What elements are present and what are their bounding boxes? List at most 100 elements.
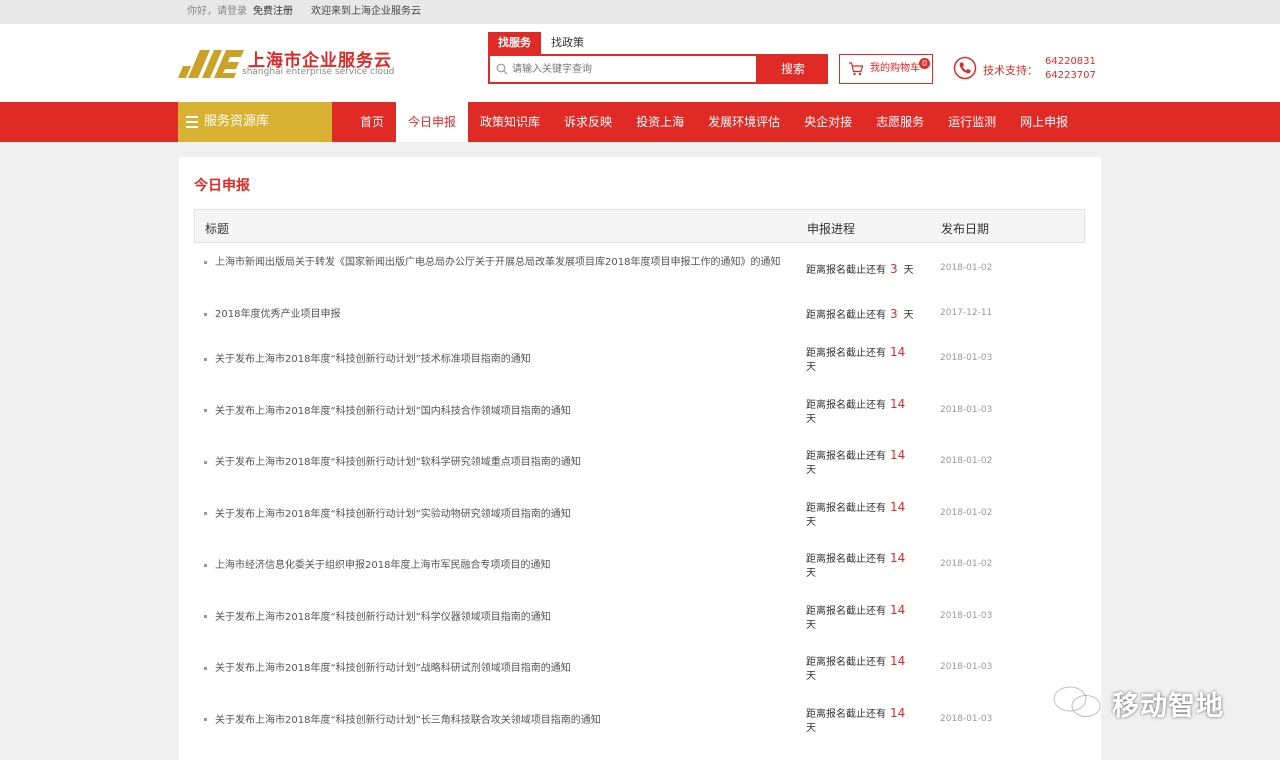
days-remaining: 14 (890, 602, 906, 617)
phone-icon (953, 56, 977, 80)
header: 上海市企业服务云 shanghai enterprise service clo… (0, 24, 1280, 102)
days-unit: 天 (806, 671, 816, 682)
row-title-text: 关于发布上海市2018年度“科技创新行动计划”长三角科技联合攻关领域项目指南的通… (215, 714, 601, 726)
row-title-link[interactable]: 关于发布上海市2018年度“科技创新行动计划”科学仪器领域项目指南的通知 (204, 611, 784, 624)
row-date: 2018-01-02 (940, 559, 993, 569)
search-tabs: 找服务 找政策 (488, 32, 594, 54)
row-title-text: 上海市经济信息化委关于组织申报2018年度上海市军民融合专项项目的通知 (215, 560, 551, 571)
days-unit: 天 (903, 265, 914, 276)
bullet-icon (204, 512, 207, 515)
register-link[interactable]: 免费注册 (253, 6, 293, 17)
table-row[interactable]: 关于发布上海市2018年度“科技创新行动计划”软科学研究领域重点项目指南的通知 距… (194, 436, 1085, 488)
tab-find-policy[interactable]: 找政策 (541, 32, 594, 54)
row-progress: 距离报名截止还有 14 天 (806, 654, 906, 684)
cart-label: 我的购物车 (870, 63, 920, 74)
days-unit: 天 (806, 722, 816, 734)
row-date: 2018-01-03 (940, 353, 993, 363)
row-progress: 距离报名截止还有 14 天 (806, 345, 906, 375)
nav-item[interactable]: 投资上海 (624, 102, 696, 142)
row-progress: 距离报名截止还有 3 天 (806, 262, 926, 278)
days-remaining: 14 (890, 551, 906, 565)
nav-item[interactable]: 政策知识库 (468, 102, 552, 142)
table-row[interactable]: 关于发布上海市2018年度“科技创新行动计划”国内科技合作领域项目指南的通知 距离… (194, 385, 1085, 436)
bullet-icon (204, 260, 207, 264)
days-unit: 天 (806, 362, 816, 373)
row-title-text: 关于发布上海市2018年度“科技创新行动计划”战略科研试剂领域项目指南的通知 (215, 663, 571, 674)
table-row[interactable]: 2018年度优秀产业项目申报 距离报名截止还有 3 天 2017-12-11 (194, 295, 1085, 333)
logo-mark-icon (178, 50, 244, 78)
resource-library-button[interactable]: 服务资源库 (178, 102, 332, 142)
table-row[interactable]: 关于发布上海市2018年度“科技创新行动计划”科学仪器领域项目指南的通知 距离报名… (194, 591, 1085, 642)
wechat-icon (1052, 685, 1102, 718)
bullet-icon (204, 666, 207, 670)
cart-button[interactable]: 我的购物车 0 (839, 54, 933, 84)
row-title-link[interactable]: 上海市经济信息化委关于组织申报2018年度上海市军民融合专项项目的通知 (204, 559, 784, 572)
row-date: 2018-01-02 (940, 507, 993, 518)
logo-subtitle: shanghai enterprise service cloud (242, 67, 395, 77)
table-row[interactable]: 上海市新闻出版局关于转发《国家新闻出版广电总局办公厅关于开展总局改革发展项目库2… (194, 243, 1085, 295)
nav-item[interactable]: 诉求反映 (552, 102, 624, 142)
bullet-icon (204, 563, 207, 567)
site-logo[interactable]: 上海市企业服务云 shanghai enterprise service clo… (178, 44, 408, 84)
nav-item[interactable]: 发展环境评估 (696, 102, 792, 142)
row-progress: 距离报名截止还有 14 天 (806, 603, 906, 633)
row-title-link[interactable]: 关于发布上海市2018年度“科技创新行动计划”国内科技合作领域项目指南的通知 (204, 405, 784, 418)
progress-prefix: 距离报名截止还有 (806, 605, 886, 617)
phone-number: 64223707 (1045, 70, 1096, 81)
nav-item[interactable]: 志愿服务 (864, 102, 936, 142)
row-date: 2018-01-02 (940, 456, 993, 466)
row-title-link[interactable]: 2018年度优秀产业项目申报 (204, 308, 784, 321)
row-progress: 距离报名截止还有 14 天 (806, 551, 906, 581)
row-title-text: 2018年度优秀产业项目申报 (215, 309, 341, 320)
table-row[interactable]: 关于发布上海市2018年度“科技创新行动计划”技术标准项目指南的通知 距离报名截止… (194, 333, 1085, 385)
row-progress: 距离报名截止还有 14 天 (806, 448, 906, 478)
nav-item[interactable]: 今日申报 (396, 102, 469, 142)
row-date: 2017-12-11 (940, 308, 993, 318)
row-title-link[interactable]: 关于发布上海市2018年度“科技创新行动计划”技术标准项目指南的通知 (204, 353, 784, 366)
row-title-link[interactable]: 关于发布上海市2018年度“科技创新行动计划”软科学研究领域重点项目指南的通知 (204, 456, 784, 469)
support-label: 技术支持： (983, 64, 1038, 77)
page-title: 今日申报 (194, 178, 250, 194)
days-unit: 天 (806, 516, 816, 528)
table-row[interactable]: 关于发布上海市2018年度“科技创新行动计划”战略科研试剂领域项目指南的通知 距离… (194, 642, 1085, 694)
row-title-text: 上海市新闻出版局关于转发《国家新闻出版广电总局办公厅关于开展总局改革发展项目库2… (215, 257, 781, 268)
search-button[interactable]: 搜索 (758, 54, 828, 84)
table-row[interactable]: 关于发布上海市2018年度“科技创新行动计划”长三角科技联合攻关领域项目指南的通… (194, 694, 1085, 745)
nav-items: 首页 今日申报 政策知识库 诉求反映 投资上海 发展环境评估 央企对接 志愿服务 运行监测 网上申… (348, 102, 1080, 142)
row-title-text: 关于发布上海市2018年度“科技创新行动计划”软科学研究领域重点项目指南的通知 (215, 457, 581, 468)
search-input[interactable] (512, 56, 752, 82)
row-title-link[interactable]: 关于发布上海市2018年度“科技创新行动计划”战略科研试剂领域项目指南的通知 (204, 662, 784, 675)
progress-prefix: 距离报名截止还有 (806, 554, 886, 565)
declaration-table: 标题 申报进程 发布日期 上海市新闻出版局关于转发《国家新闻出版广电总局办公厅关… (194, 209, 1085, 745)
table-body: 上海市新闻出版局关于转发《国家新闻出版广电总局办公厅关于开展总局改革发展项目库2… (194, 243, 1085, 745)
row-title-link[interactable]: 关于发布上海市2018年度“科技创新行动计划”长三角科技联合攻关领域项目指南的通… (204, 714, 784, 727)
row-progress: 距离报名截止还有 14 天 (806, 397, 906, 427)
welcome-text: 欢迎来到上海企业服务云 (311, 6, 421, 17)
row-progress: 距离报名截止还有 14 天 (806, 706, 906, 736)
tab-find-service[interactable]: 找服务 (488, 32, 541, 54)
nav-item[interactable]: 网上申报 (1008, 102, 1080, 142)
top-bar: 你好，请登录 免费注册 欢迎来到上海企业服务云 (0, 0, 1280, 24)
search-icon (496, 63, 508, 75)
search-box (488, 54, 758, 84)
bullet-icon (204, 357, 207, 361)
phone-number: 64220831 (1045, 56, 1096, 67)
progress-prefix: 距离报名截止还有 (806, 348, 886, 359)
bullet-icon (204, 312, 207, 316)
table-row[interactable]: 关于发布上海市2018年度“科技创新行动计划”实验动物研究领域项目指南的通知 距离… (194, 488, 1085, 539)
nav-item[interactable]: 央企对接 (792, 102, 864, 142)
bullet-icon (204, 615, 207, 618)
row-title-link[interactable]: 关于发布上海市2018年度“科技创新行动计划”实验动物研究领域项目指南的通知 (204, 508, 784, 521)
row-title-text: 关于发布上海市2018年度“科技创新行动计划”技术标准项目指南的通知 (215, 354, 531, 365)
bullet-icon (204, 718, 207, 721)
column-header-progress: 申报进程 (807, 222, 856, 236)
days-unit: 天 (806, 465, 816, 476)
row-title-link[interactable]: 上海市新闻出版局关于转发《国家新闻出版广电总局办公厅关于开展总局改革发展项目库2… (204, 256, 784, 269)
days-remaining: 14 (890, 396, 906, 411)
table-row[interactable]: 上海市经济信息化委关于组织申报2018年度上海市军民融合专项项目的通知 距离报名截… (194, 539, 1085, 591)
row-title-text: 关于发布上海市2018年度“科技创新行动计划”科学仪器领域项目指南的通知 (215, 611, 551, 623)
row-date: 2018-01-03 (940, 404, 993, 415)
nav-item[interactable]: 首页 (348, 102, 396, 142)
nav-item[interactable]: 运行监测 (936, 102, 1008, 142)
table-header: 标题 申报进程 发布日期 (194, 209, 1085, 243)
